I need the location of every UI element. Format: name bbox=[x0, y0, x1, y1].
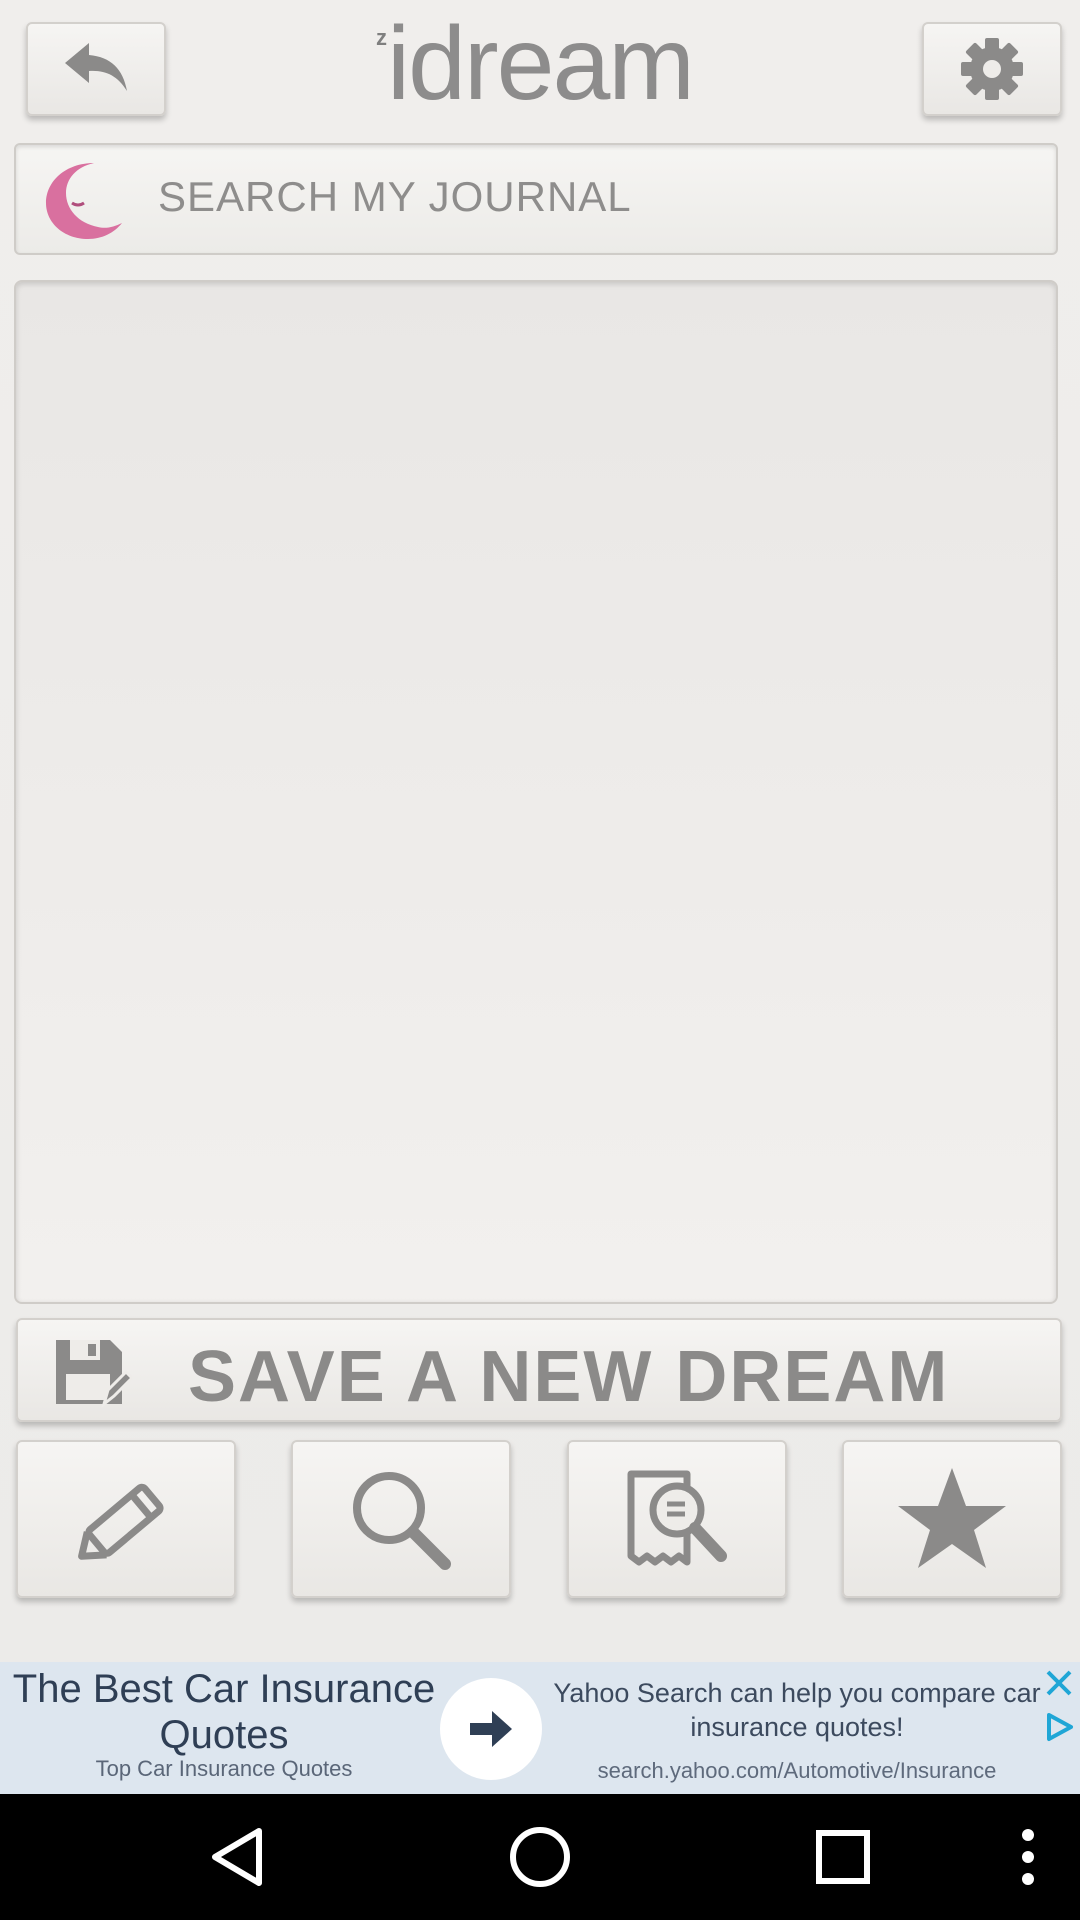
nav-back-button[interactable] bbox=[202, 1822, 272, 1892]
ad-url[interactable]: search.yahoo.com/Automotive/Insurance bbox=[552, 1758, 1042, 1784]
save-new-dream-label: SAVE A NEW DREAM bbox=[188, 1337, 950, 1417]
moon-icon bbox=[46, 163, 122, 239]
ad-subline[interactable]: Top Car Insurance Quotes bbox=[0, 1756, 448, 1782]
reply-arrow-icon bbox=[65, 43, 127, 91]
nav-menu-button[interactable] bbox=[993, 1822, 1063, 1892]
logo-sleep-z: z bbox=[376, 25, 387, 50]
ad-body[interactable]: Yahoo Search can help you compare car in… bbox=[552, 1676, 1042, 1744]
nav-home-button[interactable] bbox=[505, 1822, 575, 1892]
arrow-right-icon bbox=[470, 1711, 512, 1747]
ad-choices-icon[interactable] bbox=[1044, 1712, 1074, 1742]
browse-journal-button[interactable] bbox=[567, 1440, 787, 1598]
journal-search-bar[interactable]: SEARCH MY JOURNAL bbox=[14, 143, 1058, 255]
gear-icon bbox=[961, 38, 1023, 100]
app-logo: z idream bbox=[370, 12, 710, 116]
pencil-icon bbox=[78, 1483, 164, 1560]
settings-button[interactable] bbox=[922, 22, 1062, 116]
favorites-button[interactable] bbox=[842, 1440, 1062, 1598]
circle-home-icon bbox=[510, 1827, 570, 1887]
app-screen: z idream SEARCH MY JOURNAL SAVE A NEW DR… bbox=[0, 0, 1080, 1662]
write-dream-button[interactable] bbox=[16, 1440, 236, 1598]
journal-search-icon bbox=[627, 1470, 727, 1566]
save-new-dream-button[interactable]: SAVE A NEW DREAM bbox=[16, 1318, 1062, 1422]
app-title: idream bbox=[387, 6, 695, 122]
floppy-disk-edit-icon bbox=[56, 1340, 132, 1408]
ad-close-icon[interactable] bbox=[1044, 1668, 1074, 1698]
triangle-back-icon bbox=[212, 1828, 262, 1886]
journal-list-panel[interactable] bbox=[14, 280, 1058, 1304]
search-button[interactable] bbox=[291, 1440, 511, 1598]
back-button[interactable] bbox=[26, 22, 166, 116]
ad-go-button[interactable] bbox=[440, 1678, 542, 1780]
nav-recents-button[interactable] bbox=[808, 1822, 878, 1892]
system-nav-bar bbox=[0, 1794, 1080, 1920]
vertical-dots-icon bbox=[1022, 1829, 1034, 1885]
search-placeholder: SEARCH MY JOURNAL bbox=[158, 173, 632, 220]
ad-banner[interactable]: The Best Car Insurance Quotes Top Car In… bbox=[0, 1662, 1080, 1794]
ad-headline[interactable]: The Best Car Insurance Quotes bbox=[0, 1666, 448, 1758]
star-icon bbox=[898, 1468, 1006, 1568]
square-recents-icon bbox=[816, 1830, 870, 1884]
magnifier-icon bbox=[353, 1472, 451, 1570]
